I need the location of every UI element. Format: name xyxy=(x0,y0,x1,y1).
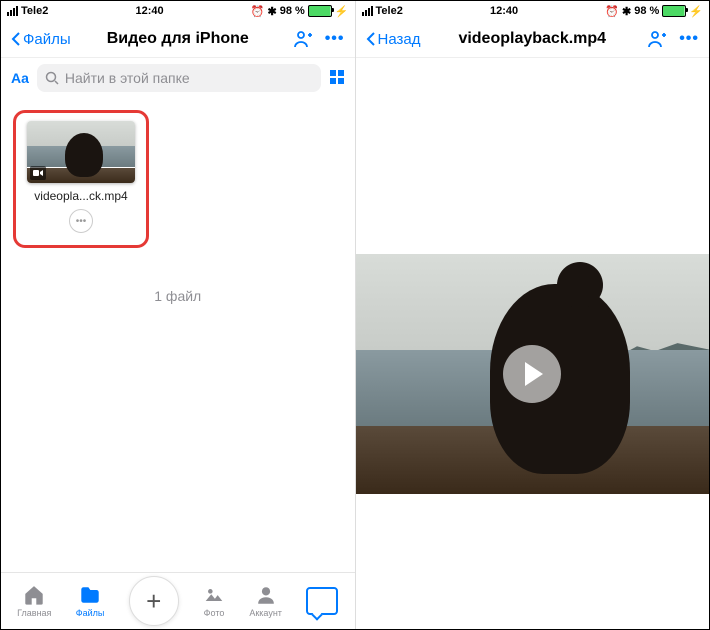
charging-icon: ⚡ xyxy=(335,5,349,18)
layout-toggle-button[interactable] xyxy=(329,69,345,88)
text-size-button[interactable]: Aa xyxy=(11,70,29,86)
add-person-button[interactable] xyxy=(293,30,313,48)
carrier-label: Tele2 xyxy=(21,5,48,17)
more-options-button[interactable]: ••• xyxy=(679,30,699,48)
bluetooth-icon: ✱ xyxy=(268,5,277,18)
nav-bar: Назад videoplayback.mp4 ••• xyxy=(356,21,710,58)
play-button[interactable] xyxy=(503,345,561,403)
search-icon xyxy=(45,71,59,85)
search-input[interactable]: Найти в этой папке xyxy=(37,64,321,92)
battery-icon xyxy=(662,5,686,17)
add-button[interactable]: + xyxy=(129,576,179,626)
tab-photo[interactable]: Фото xyxy=(203,584,225,618)
video-icon xyxy=(30,166,46,180)
video-thumbnail[interactable] xyxy=(27,121,135,183)
alarm-icon: ⏰ xyxy=(251,5,265,18)
file-count-label: 1 файл xyxy=(13,288,343,304)
file-grid: videopla...ck.mp4 ••• 1 файл xyxy=(1,98,355,572)
battery-percent: 98 % xyxy=(634,5,659,17)
clock: 12:40 xyxy=(135,5,163,17)
preview-area xyxy=(356,58,710,629)
chevron-left-icon xyxy=(11,31,21,47)
tab-account[interactable]: Аккаунт xyxy=(249,584,282,618)
video-preview[interactable] xyxy=(356,254,710,494)
signal-icon xyxy=(362,6,373,16)
more-options-button[interactable]: ••• xyxy=(325,30,345,48)
alarm-icon: ⏰ xyxy=(605,5,619,18)
battery-percent: 98 % xyxy=(280,5,305,17)
clock: 12:40 xyxy=(490,5,518,17)
tab-files[interactable]: Файлы xyxy=(76,584,105,618)
page-title: videoplayback.mp4 xyxy=(446,30,620,48)
page-title: Видео для iPhone xyxy=(91,30,265,48)
nav-bar: Файлы Видео для iPhone ••• xyxy=(1,21,355,58)
files-screen: Tele2 12:40 ⏰ ✱ 98 % ⚡ Файлы Видео для i… xyxy=(1,1,356,629)
file-name-label: videopla...ck.mp4 xyxy=(34,189,127,203)
battery-icon xyxy=(308,5,332,17)
back-button[interactable]: Файлы xyxy=(11,31,71,48)
search-row: Aa Найти в этой папке xyxy=(1,58,355,98)
tab-comments[interactable] xyxy=(306,587,338,615)
tab-home[interactable]: Главная xyxy=(17,584,51,618)
file-more-button[interactable]: ••• xyxy=(69,209,93,233)
file-item[interactable]: videopla...ck.mp4 ••• xyxy=(13,110,149,248)
signal-icon xyxy=(7,6,18,16)
carrier-label: Tele2 xyxy=(376,5,403,17)
status-bar: Tele2 12:40 ⏰ ✱ 98 % ⚡ xyxy=(1,1,355,21)
preview-screen: Tele2 12:40 ⏰ ✱ 98 % ⚡ Назад videoplayba… xyxy=(356,1,710,629)
bluetooth-icon: ✱ xyxy=(622,5,631,18)
back-button[interactable]: Назад xyxy=(366,31,421,48)
charging-icon: ⚡ xyxy=(689,5,703,18)
add-person-button[interactable] xyxy=(647,30,667,48)
chevron-left-icon xyxy=(366,31,376,47)
status-bar: Tele2 12:40 ⏰ ✱ 98 % ⚡ xyxy=(356,1,710,21)
tab-bar: Главная Файлы + Фото Аккаунт xyxy=(1,572,355,629)
